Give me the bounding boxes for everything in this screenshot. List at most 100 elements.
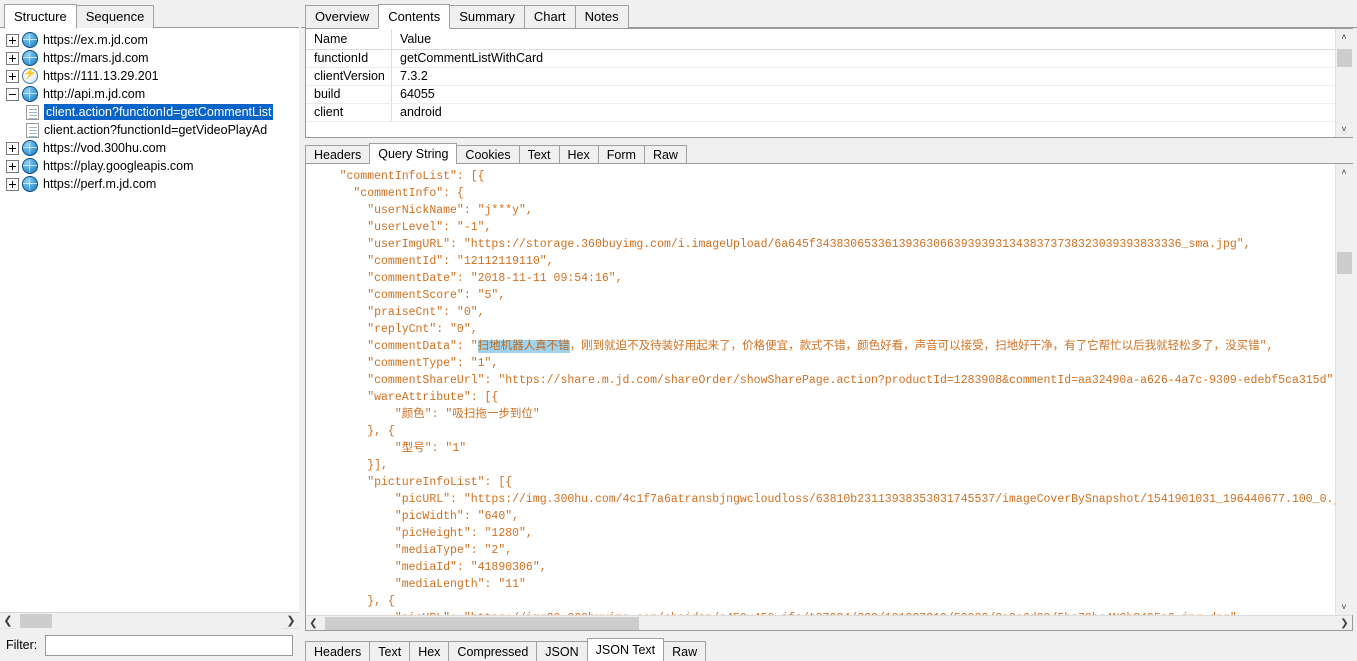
tree-row[interactable]: https://vod.300hu.com <box>0 139 299 157</box>
tab-json[interactable]: JSON <box>536 641 588 661</box>
tab-response-hex[interactable]: Hex <box>409 641 450 661</box>
request-body-tabstrip: Headers Query String Cookies Text Hex Fo… <box>300 141 1357 164</box>
table-row[interactable]: clientVersion 7.3.2 <box>306 68 1335 86</box>
tab-json-text-label: JSON Text <box>595 643 656 657</box>
tab-contents[interactable]: Contents <box>378 4 451 29</box>
tab-request-hex-label: Hex <box>567 148 590 162</box>
cell-value: 64055 <box>400 87 435 101</box>
tab-sequence[interactable]: Sequence <box>75 5 155 28</box>
tree-row[interactable]: https://ex.m.jd.com <box>0 31 299 49</box>
tree-item-label: https://ex.m.jd.com <box>43 33 148 47</box>
scroll-left-icon[interactable]: ❮ <box>306 618 321 629</box>
detail-tabstrip: Overview Contents Summary Chart Notes <box>300 0 1357 29</box>
tab-cookies[interactable]: Cookies <box>456 145 520 164</box>
tab-query-string[interactable]: Query String <box>369 143 458 164</box>
tab-chart[interactable]: Chart <box>523 5 576 28</box>
scroll-track[interactable] <box>321 616 1337 631</box>
tab-response-text-label: Text <box>378 645 402 659</box>
expand-plus-icon[interactable] <box>6 51 19 65</box>
tab-form[interactable]: Form <box>597 145 645 164</box>
cell-name: client <box>306 104 392 121</box>
column-header-name[interactable]: Name <box>306 29 392 49</box>
expand-plus-icon[interactable] <box>6 159 19 173</box>
tree-row[interactable]: https://mars.jd.com <box>0 49 299 67</box>
tab-notes[interactable]: Notes <box>574 5 629 28</box>
scroll-down-icon[interactable]: ˅ <box>1335 121 1353 137</box>
tree-item-label: http://api.m.jd.com <box>43 87 146 101</box>
json-text-viewer[interactable]: "commentInfoList": [{ "commentInfo": { "… <box>306 164 1335 615</box>
column-header-value[interactable]: Value <box>392 29 1335 49</box>
tree-item-label: client.action?functionId=getVideoPlayAd <box>44 123 268 137</box>
table-header-row: Name Value <box>306 29 1335 50</box>
scroll-down-icon[interactable]: ˅ <box>1335 599 1353 615</box>
filter-label: Filter: <box>6 638 38 652</box>
tab-overview[interactable]: Overview <box>305 5 380 28</box>
tab-compressed[interactable]: Compressed <box>448 641 538 661</box>
tab-compressed-label: Compressed <box>457 645 529 659</box>
scroll-thumb[interactable] <box>20 613 52 628</box>
tree-item-label: https://play.googleapis.com <box>43 159 194 173</box>
tree-row-selected-request[interactable]: client.action?functionId=getCommentList <box>0 103 299 121</box>
cell-name: functionId <box>306 50 392 67</box>
scroll-track[interactable] <box>1335 180 1353 599</box>
left-pane: Structure Sequence https://ex.m.jd.com h… <box>0 0 300 661</box>
scroll-right-icon[interactable]: ❯ <box>1337 618 1352 629</box>
scroll-thumb[interactable] <box>1336 49 1352 67</box>
scroll-thumb[interactable] <box>325 616 639 630</box>
tab-response-headers[interactable]: Headers <box>305 641 371 661</box>
expand-plus-icon[interactable] <box>6 69 19 83</box>
tree-row[interactable]: https://111.13.29.201 <box>0 67 299 85</box>
scroll-up-icon[interactable]: ˄ <box>1335 164 1353 180</box>
globe-icon <box>22 50 38 66</box>
tab-contents-label: Contents <box>388 9 441 24</box>
tab-summary-label: Summary <box>459 9 515 24</box>
tab-request-text[interactable]: Text <box>518 145 560 164</box>
table-row[interactable]: build 64055 <box>306 86 1335 104</box>
query-string-table: Name Value functionId getCommentListWith… <box>306 29 1335 137</box>
collapse-minus-icon[interactable] <box>6 87 19 101</box>
tab-response-raw[interactable]: Raw <box>663 641 707 661</box>
tab-structure[interactable]: Structure <box>4 4 77 29</box>
tab-request-raw-label: Raw <box>652 148 678 162</box>
tree-row[interactable]: https://play.googleapis.com <box>0 157 299 175</box>
expand-plus-icon[interactable] <box>6 177 19 191</box>
cell-value: getCommentListWithCard <box>400 51 544 65</box>
scroll-up-icon[interactable]: ˄ <box>1335 29 1353 45</box>
globe-icon <box>22 176 38 192</box>
tab-sequence-label: Sequence <box>85 9 145 24</box>
json-vertical-scrollbar[interactable]: ˄ ˅ <box>1335 164 1353 615</box>
scroll-thumb[interactable] <box>1336 252 1352 274</box>
json-horizontal-scrollbar[interactable]: ❮ ❯ <box>306 615 1352 630</box>
tab-request-raw[interactable]: Raw <box>643 145 687 164</box>
tab-request-hex[interactable]: Hex <box>558 145 599 164</box>
tab-notes-label: Notes <box>584 9 619 24</box>
cell-name: clientVersion <box>306 68 392 85</box>
tree-horizontal-scrollbar[interactable]: ❮ ❯ <box>0 612 299 629</box>
tab-structure-label: Structure <box>14 9 67 24</box>
tab-request-headers[interactable]: Headers <box>305 145 371 164</box>
tab-summary[interactable]: Summary <box>449 5 525 28</box>
tree-row[interactable]: https://perf.m.jd.com <box>0 175 299 193</box>
selected-comment-text: 扫地机器人真不错 <box>477 340 570 353</box>
globe-icon <box>22 158 38 174</box>
query-string-vertical-scrollbar[interactable]: ˄ ˅ <box>1335 29 1353 137</box>
scroll-track[interactable] <box>16 612 283 629</box>
scroll-track[interactable] <box>1335 45 1353 121</box>
filter-input[interactable] <box>45 634 293 656</box>
tab-form-label: Form <box>606 148 636 162</box>
table-row[interactable]: client android <box>306 104 1335 122</box>
cell-name: build <box>306 86 392 103</box>
tree-item-label: https://perf.m.jd.com <box>43 177 157 191</box>
tab-json-text[interactable]: JSON Text <box>586 638 665 661</box>
table-row[interactable]: functionId getCommentListWithCard <box>306 50 1335 68</box>
expand-plus-icon[interactable] <box>6 141 19 155</box>
scroll-left-icon[interactable]: ❮ <box>0 614 16 628</box>
scroll-right-icon[interactable]: ❯ <box>283 614 299 628</box>
tab-overview-label: Overview <box>315 9 370 24</box>
tree-row[interactable]: client.action?functionId=getVideoPlayAd <box>0 121 299 139</box>
pane-splitter[interactable] <box>299 0 301 661</box>
host-tree[interactable]: https://ex.m.jd.com https://mars.jd.com … <box>0 28 299 612</box>
tab-response-text[interactable]: Text <box>369 641 411 661</box>
expand-plus-icon[interactable] <box>6 33 19 47</box>
tree-row[interactable]: http://api.m.jd.com <box>0 85 299 103</box>
